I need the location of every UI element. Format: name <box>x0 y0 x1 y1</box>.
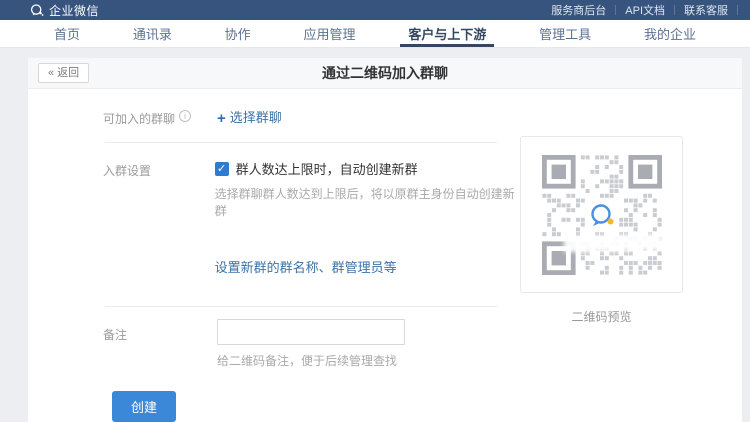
divider <box>105 142 497 143</box>
topbar-link-3[interactable]: 联系客服 <box>675 2 737 18</box>
plus-icon: + <box>217 110 226 127</box>
wechat-work-bubble-icon <box>30 4 44 17</box>
app-title: 企业微信 <box>49 2 99 19</box>
select-group-link[interactable]: +选择群聊 <box>217 107 282 127</box>
nav-tab-协作[interactable]: 协作 <box>213 20 263 47</box>
back-button[interactable]: « 返回 <box>38 63 89 83</box>
remark-input[interactable] <box>217 319 405 345</box>
qr-preview-box <box>520 136 683 293</box>
join-settings-control: ✓ 群人数达上限时，自动创建新群 选择群聊群人数达到上限后，将以原群主身份自动创… <box>215 159 520 277</box>
remark-control: 给二维码备注，便于后续管理查找 <box>217 319 405 369</box>
create-button[interactable]: 创建 <box>112 391 176 422</box>
nav-tab-我的企业[interactable]: 我的企业 <box>632 20 708 47</box>
page-background: « 返回 通过二维码加入群聊 可加入的群聊 i +选择群聊 <box>0 48 750 422</box>
card-header: « 返回 通过二维码加入群聊 <box>28 58 742 89</box>
divider <box>105 306 497 307</box>
auto-create-group-option: ✓ 群人数达上限时，自动创建新群 <box>215 159 520 178</box>
card-body: 可加入的群聊 i +选择群聊 入群设置 ✓ <box>28 89 742 421</box>
main-nav: 首页 通讯录 协作 应用管理 客户与上下游 管理工具 我的企业 <box>0 20 750 48</box>
auto-create-helper-text: 选择群聊群人数达到上限后，将以原群主身份自动创建新群 <box>215 185 520 219</box>
form-column: 可加入的群聊 i +选择群聊 入群设置 ✓ <box>28 105 520 421</box>
qr-watermark-strip <box>563 233 661 252</box>
topbar: 企业微信 服务商后台API文档联系客服 <box>0 0 750 20</box>
row-remark: 备注 给二维码备注，便于后续管理查找 <box>103 319 520 369</box>
new-group-settings-link[interactable]: 设置新群的群名称、群管理员等 <box>215 257 397 276</box>
topbar-link-2[interactable]: API文档 <box>616 2 674 18</box>
info-icon[interactable]: i <box>179 110 191 122</box>
topbar-link-1[interactable]: 服务商后台 <box>542 2 615 18</box>
row-join-settings: 入群设置 ✓ 群人数达上限时，自动创建新群 选择群聊群人数达到上限后，将以原群主… <box>103 159 520 277</box>
qr-caption: 二维码预览 <box>520 308 683 325</box>
joinable-group-label: 可加入的群聊 i <box>103 107 217 127</box>
row-joinable-group: 可加入的群聊 i +选择群聊 <box>103 107 520 127</box>
remark-label: 备注 <box>103 319 217 369</box>
topbar-links: 服务商后台API文档联系客服 <box>542 2 738 18</box>
nav-tab-管理工具[interactable]: 管理工具 <box>527 20 603 47</box>
nav-tab-首页[interactable]: 首页 <box>42 20 92 47</box>
app-logo: 企业微信 <box>30 2 99 19</box>
nav-tab-应用管理[interactable]: 应用管理 <box>291 20 367 47</box>
content-card: « 返回 通过二维码加入群聊 可加入的群聊 i +选择群聊 <box>28 58 742 422</box>
auto-create-checkbox[interactable]: ✓ <box>215 162 229 176</box>
page-title: 通过二维码加入群聊 <box>322 63 448 83</box>
separator <box>737 5 738 15</box>
nav-tab-通讯录[interactable]: 通讯录 <box>121 20 184 47</box>
remark-helper-text: 给二维码备注，便于后续管理查找 <box>217 352 405 369</box>
join-settings-label: 入群设置 <box>103 159 215 277</box>
qr-code-image <box>542 155 662 275</box>
nav-tab-客户与上下游[interactable]: 客户与上下游 <box>396 20 498 47</box>
qr-preview-panel: 二维码预览 <box>520 105 742 421</box>
auto-create-checkbox-label: 群人数达上限时，自动创建新群 <box>236 159 418 178</box>
